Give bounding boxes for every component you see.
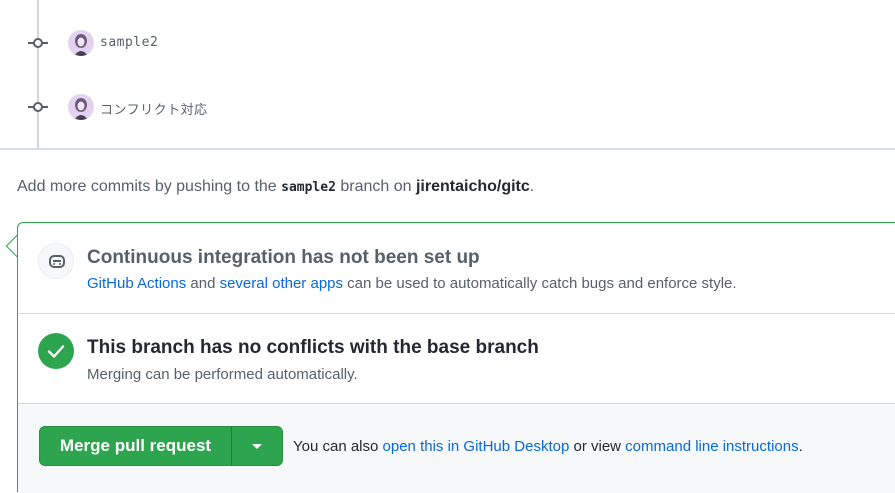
push-hint-prefix: Add more commits by pushing to the (17, 178, 282, 195)
merge-pull-request-button[interactable]: Merge pull request (40, 427, 232, 465)
ci-description: GitHub Actions and several other apps ca… (87, 275, 737, 292)
commit-timeline: sample2 コンフリクト対応 (0, 0, 895, 150)
commit-row: sample2 (0, 28, 895, 58)
conflicts-section: This branch has no conflicts with the ba… (18, 314, 895, 404)
timeline-line (37, 0, 39, 148)
merge-options-dropdown[interactable] (232, 427, 282, 465)
ci-text-2: can be used to automatically catch bugs … (343, 275, 737, 292)
conflicts-title: This branch has no conflicts with the ba… (87, 337, 539, 358)
push-hint: Add more commits by pushing to the sampl… (17, 178, 534, 196)
check-icon (38, 333, 74, 369)
merge-alt-text-2: or view (569, 438, 626, 455)
commit-message[interactable]: コンフリクト対応 (100, 99, 208, 118)
ci-section: Continuous integration has not been set … (18, 223, 895, 314)
conflicts-subtitle: Merging can be performed automatically. (87, 366, 358, 383)
ci-text-1: and (186, 275, 220, 292)
merge-box: Continuous integration has not been set … (17, 222, 895, 493)
timeline-divider (0, 148, 895, 150)
merge-section: Merge pull request You can also open thi… (18, 404, 895, 493)
ci-title: Continuous integration has not been set … (87, 247, 480, 268)
command-line-instructions-link[interactable]: command line instructions (625, 438, 798, 455)
commit-row: コンフリクト対応 (0, 92, 895, 122)
repo-name: jirentaicho/gitc (415, 178, 530, 195)
other-apps-link[interactable]: several other apps (220, 275, 343, 292)
github-actions-link[interactable]: GitHub Actions (87, 275, 186, 292)
branch-name: sample2 (281, 180, 336, 195)
merge-button-group: Merge pull request (39, 426, 283, 466)
commit-node-icon (28, 102, 48, 112)
push-hint-middle: branch on (335, 178, 416, 195)
commit-message[interactable]: sample2 (100, 35, 158, 50)
open-github-desktop-link[interactable]: open this in GitHub Desktop (383, 438, 570, 455)
commit-node-icon (28, 38, 48, 48)
merge-alt-text-3: . (798, 438, 803, 455)
ci-robot-icon (38, 243, 74, 279)
user-avatar[interactable] (68, 30, 94, 56)
user-avatar[interactable] (68, 94, 94, 120)
chevron-down-icon (252, 444, 262, 449)
push-hint-suffix: . (529, 178, 535, 195)
merge-alternatives: You can also open this in GitHub Desktop… (293, 438, 803, 455)
merge-alt-text-1: You can also (293, 438, 383, 455)
